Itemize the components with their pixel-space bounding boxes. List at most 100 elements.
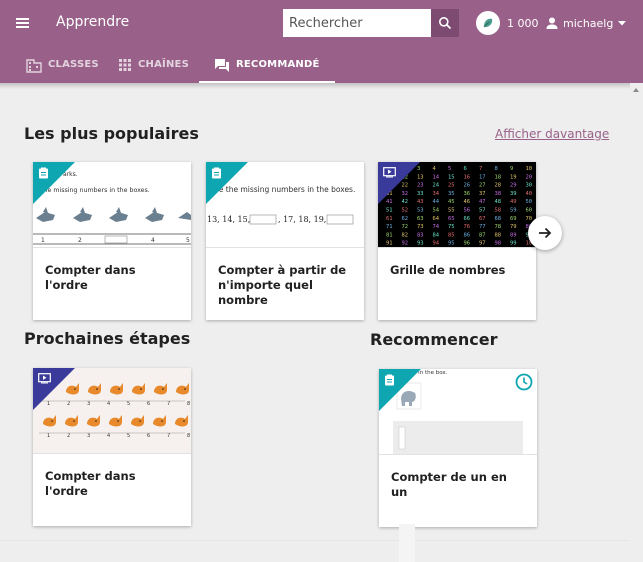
- svg-text:96: 96: [464, 241, 471, 247]
- svg-text:3: 3: [87, 401, 90, 407]
- tab-recommended[interactable]: RECOMMANDÉ: [199, 46, 335, 83]
- show-more-link[interactable]: Afficher davantage: [495, 127, 609, 141]
- svg-text:82: 82: [402, 232, 409, 238]
- menu-icon[interactable]: [12, 12, 34, 34]
- svg-text:5: 5: [127, 401, 130, 407]
- grid-icon: [119, 58, 131, 71]
- tab-label: CLASSES: [48, 59, 99, 70]
- content-card[interactable]: pe the missing numbers in the boxes. 13,…: [206, 162, 364, 320]
- card-thumbnail: 1234567891011121314151617181920212223242…: [378, 162, 536, 248]
- svg-text:46: 46: [464, 199, 471, 205]
- svg-text:39: 39: [510, 191, 517, 197]
- svg-text:3: 3: [87, 433, 90, 439]
- svg-text:7: 7: [167, 401, 170, 407]
- tab-classes[interactable]: CLASSES: [26, 46, 99, 83]
- card-title: Compter à partir de n'importe quel nombr…: [218, 263, 347, 307]
- svg-text:71: 71: [386, 224, 393, 230]
- svg-text:89: 89: [510, 232, 517, 238]
- points-indicator[interactable]: 1 000: [476, 11, 539, 35]
- svg-text:17: 17: [479, 174, 486, 180]
- svg-text:49: 49: [510, 199, 517, 205]
- card-thumbnail: 1122334455667788: [33, 368, 191, 454]
- svg-text:18: 18: [495, 174, 502, 180]
- svg-text:60: 60: [526, 208, 533, 214]
- username: michaelg: [563, 16, 614, 30]
- svg-text:59: 59: [510, 208, 517, 214]
- exercise-icon: [385, 374, 394, 386]
- svg-text:27: 27: [479, 183, 486, 189]
- svg-text:54: 54: [433, 208, 440, 214]
- section-title-next-steps: Prochaines étapes: [24, 329, 191, 348]
- content-card[interactable]: 1122334455667788 Compter dans l'ordre: [33, 368, 191, 526]
- section-title-popular: Les plus populaires: [24, 124, 199, 143]
- svg-text:24: 24: [433, 183, 440, 189]
- svg-text:87: 87: [479, 232, 486, 238]
- svg-text:93: 93: [417, 241, 424, 247]
- svg-text:10: 10: [526, 166, 533, 172]
- building-icon: [26, 58, 42, 73]
- svg-text:84: 84: [433, 232, 440, 238]
- clock-icon: [515, 373, 533, 391]
- svg-text:75: 75: [448, 224, 455, 230]
- content-shadow: [0, 83, 643, 89]
- svg-text:94: 94: [433, 241, 440, 247]
- svg-text:2: 2: [67, 433, 70, 439]
- svg-text:51: 51: [386, 208, 393, 214]
- svg-text:13, 14, 15,: 13, 14, 15,: [207, 215, 250, 224]
- scroll-up-arrow[interactable]: [633, 88, 639, 92]
- svg-text:9: 9: [510, 166, 513, 172]
- search-button[interactable]: [431, 9, 459, 37]
- card-thumbnail: arks. the missing numbers in the boxes. …: [33, 162, 191, 248]
- svg-text:19: 19: [510, 174, 517, 180]
- svg-text:48: 48: [495, 199, 502, 205]
- svg-text:76: 76: [464, 224, 471, 230]
- svg-text:5: 5: [186, 237, 190, 244]
- svg-text:29: 29: [510, 183, 517, 189]
- svg-text:6: 6: [464, 166, 467, 172]
- search-input[interactable]: [283, 9, 431, 37]
- svg-text:85: 85: [448, 232, 455, 238]
- tab-channels[interactable]: CHAÎNES: [118, 46, 189, 83]
- svg-text:28: 28: [495, 183, 502, 189]
- content-card[interactable]: 1234567891011121314151617181920212223242…: [378, 162, 536, 320]
- svg-text:2: 2: [78, 237, 82, 244]
- card-title: Grille de nombres: [390, 263, 506, 277]
- svg-text:20: 20: [526, 174, 533, 180]
- svg-text:58: 58: [495, 208, 502, 214]
- svg-text:73: 73: [417, 224, 424, 230]
- content-card[interactable]: arks. the missing numbers in the boxes. …: [33, 162, 191, 320]
- svg-text:83: 83: [417, 232, 424, 238]
- card-edge-shadow: [399, 524, 415, 562]
- offscreen-card-area: [551, 162, 630, 320]
- svg-text:91: 91: [386, 241, 393, 247]
- svg-text:99: 99: [510, 241, 517, 247]
- svg-text:6: 6: [147, 433, 150, 439]
- svg-text:57: 57: [479, 208, 486, 214]
- next-button[interactable]: [528, 216, 562, 250]
- svg-text:86: 86: [464, 232, 471, 238]
- content-card[interactable]: ects in the box. Compter de un en un: [379, 369, 537, 527]
- svg-text:63: 63: [417, 216, 424, 222]
- svg-text:8: 8: [187, 401, 190, 407]
- svg-text:69: 69: [510, 216, 517, 222]
- svg-text:26: 26: [464, 183, 471, 189]
- svg-text:70: 70: [526, 216, 533, 222]
- card-thumbnail: pe the missing numbers in the boxes. 13,…: [206, 162, 364, 248]
- scrollbar[interactable]: [630, 83, 643, 562]
- svg-text:36: 36: [464, 191, 471, 197]
- svg-text:74: 74: [433, 224, 440, 230]
- svg-text:52: 52: [402, 208, 409, 214]
- svg-text:95: 95: [448, 241, 455, 247]
- svg-text:35: 35: [448, 191, 455, 197]
- search-box: [283, 9, 459, 37]
- video-icon: [38, 373, 51, 384]
- svg-text:50: 50: [526, 199, 533, 205]
- svg-text:68: 68: [495, 216, 502, 222]
- points-icon: [476, 11, 500, 35]
- exercise-icon: [39, 167, 48, 179]
- card-title: Compter dans l'ordre: [45, 469, 136, 498]
- svg-text:92: 92: [402, 241, 409, 247]
- user-menu[interactable]: michaelg: [545, 13, 627, 33]
- svg-text:1: 1: [41, 237, 45, 244]
- svg-text:64: 64: [433, 216, 440, 222]
